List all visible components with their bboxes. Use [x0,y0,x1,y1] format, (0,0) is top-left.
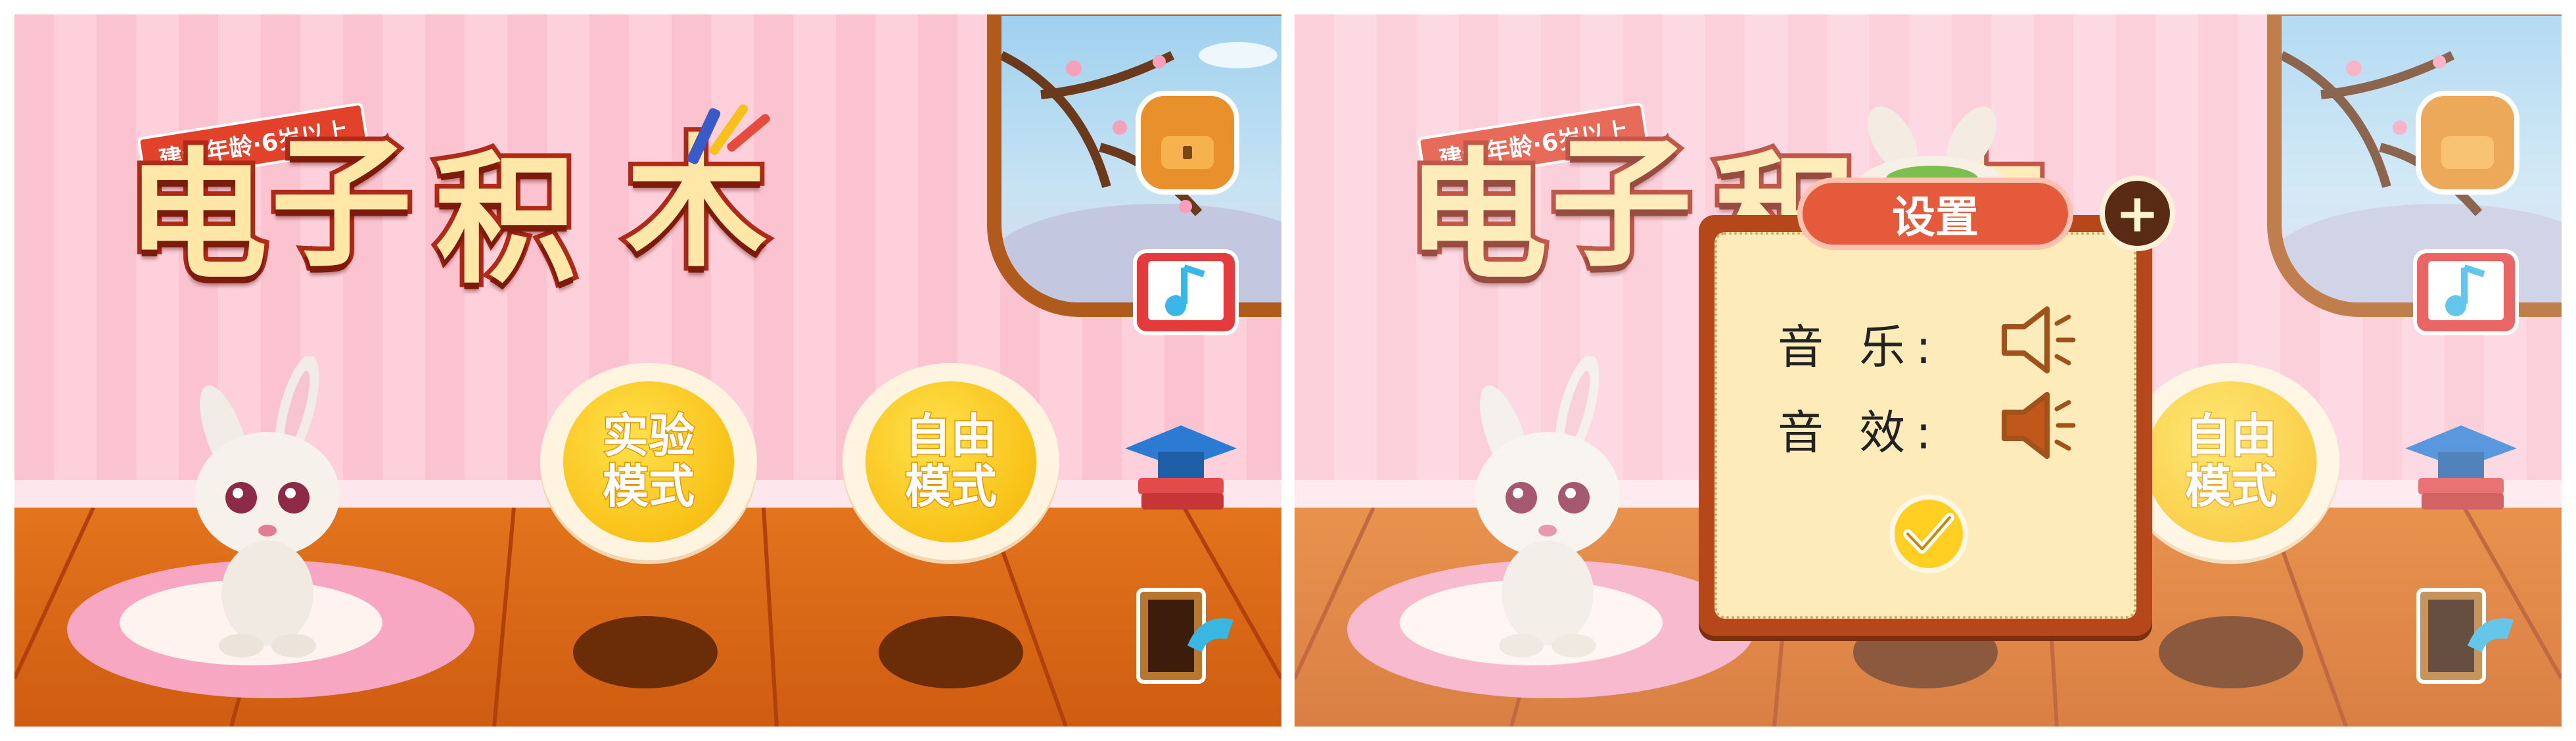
game-title: 建议年龄·6岁以上 电 子 积 木 [122,93,849,304]
experiment-mode-line1: 实验 [602,409,696,463]
exit-door-icon[interactable] [1128,580,1240,692]
title-char-1: 电 [122,134,272,299]
button-shadow-2 [879,616,1023,688]
experiment-mode-button[interactable]: 实验 模式 [540,363,757,560]
confirm-button[interactable] [1889,494,1968,573]
settings-screen: 建议年龄·6岁以上 电 子 积 木 自由 模式 [1295,14,2562,727]
title-char-2: 子 [266,121,417,286]
checkmark-icon [1903,513,1954,554]
tools-icon [687,104,770,164]
free-mode-line2: 模式 [904,460,998,514]
free-mode-button[interactable]: 自由 模式 [842,363,1059,560]
backpack-icon[interactable] [1125,74,1250,199]
main-menu-screen: 建议年龄·6岁以上 电 子 积 木 实验 模式 自由 模式 [14,14,1281,727]
free-mode-line1: 自由 [904,409,998,463]
sound-effect-label: 音 效: [1778,406,1942,460]
music-label: 音 乐: [1778,320,1942,374]
music-book-icon[interactable] [1128,241,1243,340]
close-button[interactable]: + [2100,176,2175,251]
graduation-books-icon[interactable] [1125,416,1240,517]
title-char-3: 积 [430,137,581,302]
rabbit-character[interactable] [172,356,369,665]
sound-effect-toggle[interactable] [1998,389,2077,462]
speaker-on-icon [2002,392,2076,459]
music-toggle[interactable] [1998,304,2077,376]
speaker-off-icon [2002,306,2076,373]
experiment-mode-line2: 模式 [602,460,696,514]
settings-title: 设置 [1797,178,2073,250]
button-shadow-1 [573,616,718,688]
